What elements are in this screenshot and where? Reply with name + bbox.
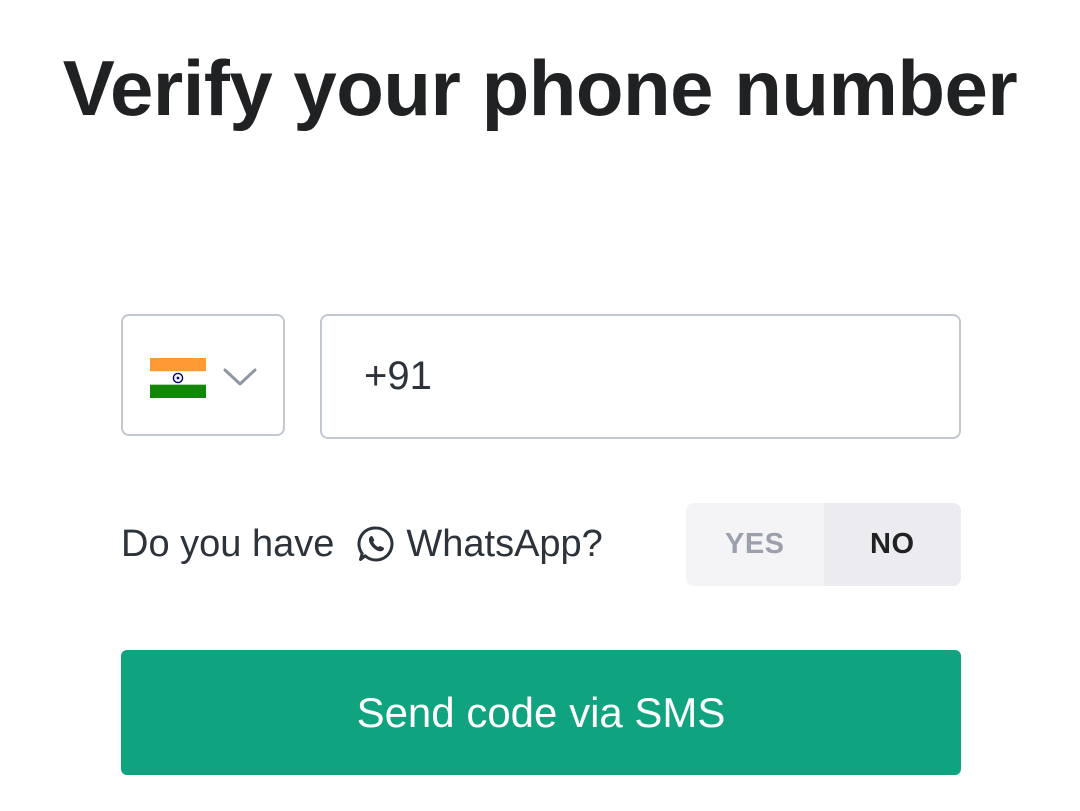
page-title: Verify your phone number [62, 44, 1018, 132]
phone-number-input[interactable] [320, 314, 961, 439]
india-flag-icon [150, 358, 206, 398]
whatsapp-question-prefix: Do you have [121, 522, 335, 565]
send-code-button[interactable]: Send code via SMS [121, 650, 961, 775]
whatsapp-no-option[interactable]: NO [823, 503, 961, 586]
whatsapp-yes-option[interactable]: YES [686, 503, 824, 586]
verify-phone-page: Verify your phone number Do you have Wha… [0, 0, 1080, 811]
chevron-down-icon [223, 368, 257, 386]
country-code-select[interactable] [121, 314, 285, 436]
whatsapp-icon [357, 526, 394, 562]
whatsapp-question-suffix: WhatsApp? [406, 522, 603, 565]
whatsapp-question: Do you have WhatsApp? [121, 516, 603, 572]
whatsapp-toggle: YES NO [686, 503, 961, 586]
